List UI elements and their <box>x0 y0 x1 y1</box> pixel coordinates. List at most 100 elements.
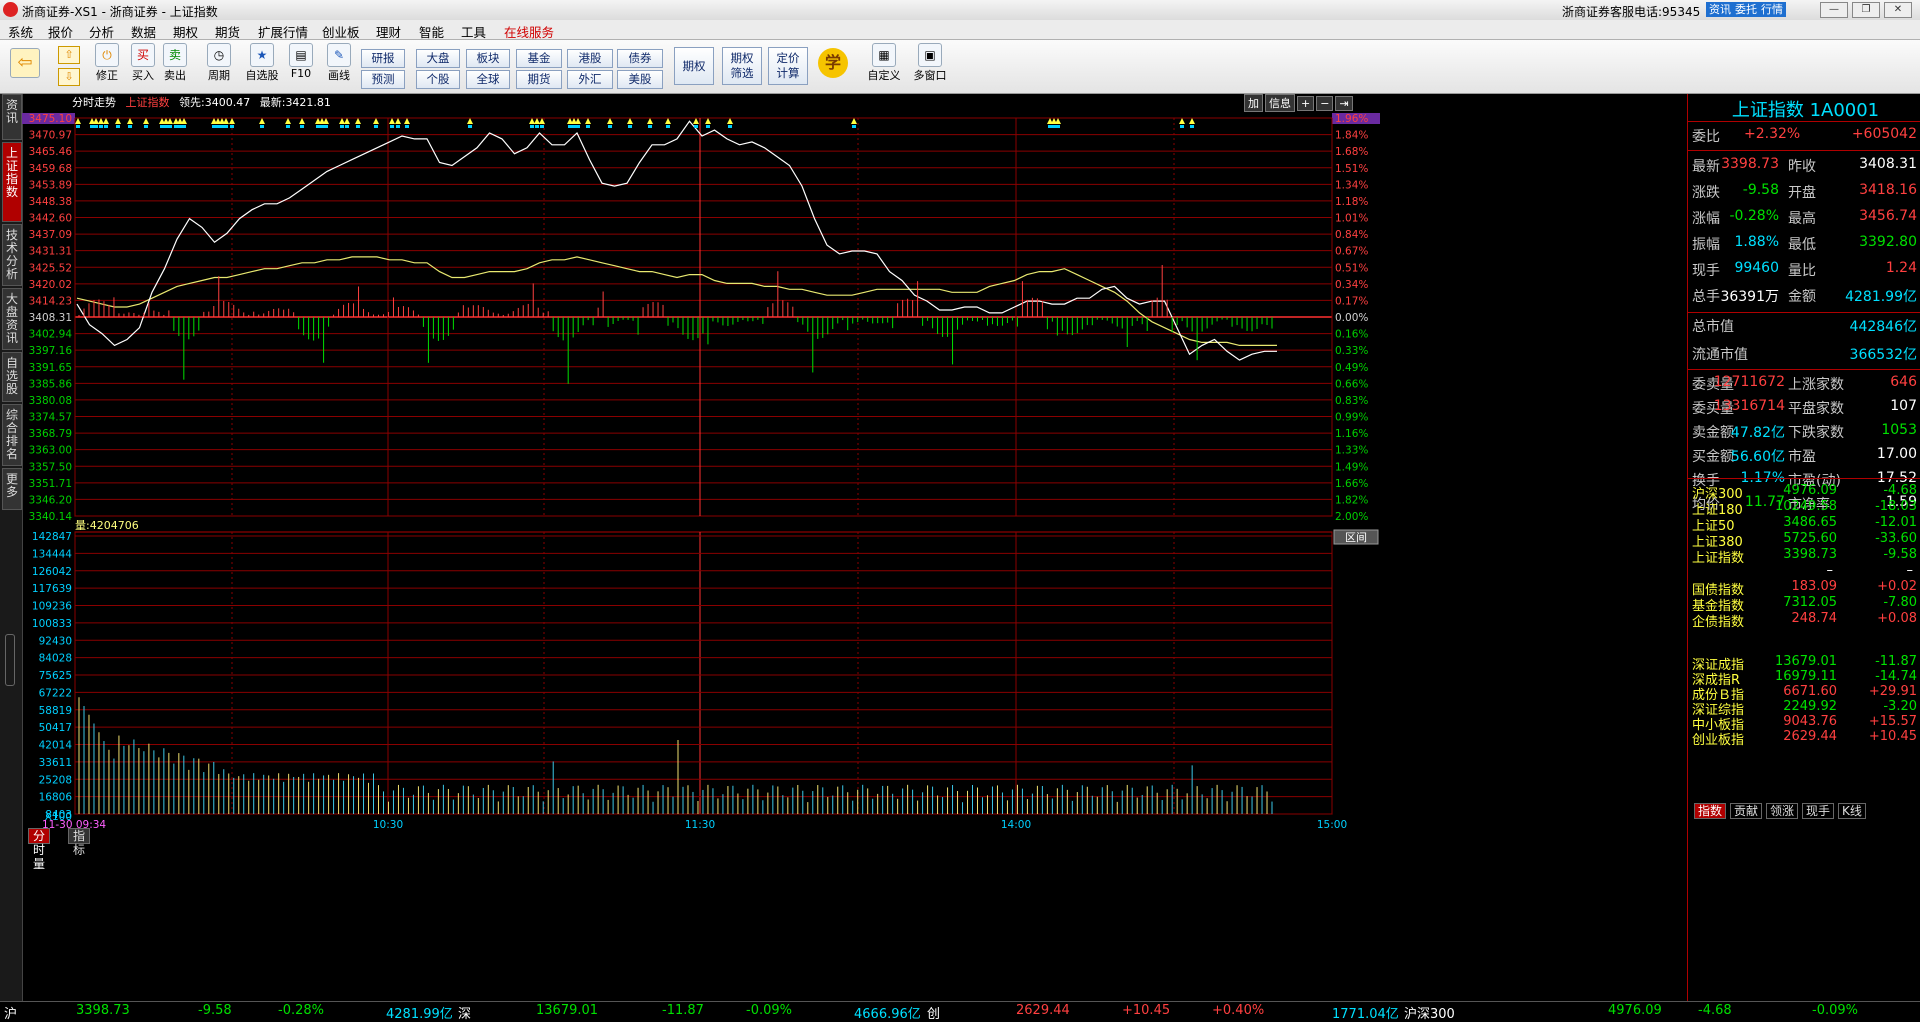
global-button[interactable]: 全球 <box>466 70 510 89</box>
sector-button[interactable]: 板块 <box>466 49 510 68</box>
bond-button[interactable]: 债券 <box>617 49 663 68</box>
info-button[interactable]: 信息 <box>1265 94 1295 112</box>
quote-label: 昨收 <box>1788 159 1816 175</box>
menu-futures[interactable]: 期货 <box>215 22 240 41</box>
tab-market-news[interactable]: 大盘资讯 <box>2 288 22 350</box>
index-row[interactable]: 企债指数 248.74 +0.08 <box>1692 611 1917 633</box>
sell-label: 卖出 <box>164 69 186 82</box>
index-row[interactable]: 创业板指 2629.44 +10.45 <box>1692 729 1917 751</box>
zoom-out-button[interactable]: − <box>1316 96 1334 111</box>
research-button[interactable]: 研报 <box>361 49 405 68</box>
menu-quote[interactable]: 报价 <box>48 22 73 41</box>
market-button[interactable]: 大盘 <box>416 49 460 68</box>
menu-smart[interactable]: 智能 <box>419 22 444 41</box>
menu-data[interactable]: 数据 <box>131 22 156 41</box>
breadth-value: 56.60亿 <box>1730 449 1785 465</box>
forecast-button[interactable]: 预测 <box>361 70 405 89</box>
status-gem-label: 创 <box>927 1007 941 1022</box>
quote-button[interactable]: 行情 <box>1758 2 1786 17</box>
tab-watchlist[interactable]: 自选股 <box>2 352 22 402</box>
pct-tick-label: 0.34% <box>1335 279 1368 291</box>
up-button[interactable]: ⇧ <box>58 46 80 64</box>
expand-button[interactable]: ⇥ <box>1335 96 1353 111</box>
status-sh-label: 沪 <box>4 1007 18 1022</box>
tab-technical[interactable]: 技术分析 <box>2 224 22 286</box>
event-marker-base <box>164 125 168 128</box>
price-tick-label: 3431.31 <box>29 246 72 258</box>
menu-finance[interactable]: 理财 <box>376 22 401 41</box>
tab-intraday-volume[interactable]: 分时量 <box>28 828 51 871</box>
pct-tick-label: 1.01% <box>1335 213 1368 225</box>
options-screen-button[interactable]: 期权筛选 <box>722 47 762 85</box>
tab-leaders[interactable]: 领涨 <box>1766 803 1799 819</box>
news-button[interactable]: 资讯 <box>1706 2 1734 17</box>
multi-window-button[interactable]: ▣ 多窗口 <box>910 43 950 83</box>
trade-button[interactable]: 委托 <box>1732 2 1760 17</box>
price-tick-label: 3340.14 <box>29 511 73 523</box>
menu-analysis[interactable]: 分析 <box>89 22 114 41</box>
fund-button[interactable]: 基金 <box>516 49 562 68</box>
minimize-button[interactable]: — <box>1820 2 1848 18</box>
quote-divider <box>1688 150 1920 151</box>
tab-watchlist-label: 自选股 <box>6 356 19 396</box>
volume-header: 量:4204706 <box>75 519 139 532</box>
pct-tick-label: 0.17% <box>1335 295 1368 307</box>
index-price: 16979.11 <box>1774 669 1837 684</box>
time-tick-label: 15:00 <box>1317 819 1347 831</box>
stock-button[interactable]: 个股 <box>416 70 460 89</box>
tab-indicator[interactable]: 指标 <box>68 828 91 857</box>
splitter-handle[interactable] <box>5 634 15 686</box>
event-marker-icon <box>98 118 104 124</box>
options-button[interactable]: 期权 <box>674 47 714 85</box>
quote-value: 3456.74 <box>1859 208 1917 224</box>
tab-volume[interactable]: 现手 <box>1802 803 1835 819</box>
breadth-label: 上涨家数 <box>1788 377 1844 393</box>
tab-sh-index[interactable]: 上证指数 <box>2 142 22 222</box>
menu-options[interactable]: 期权 <box>173 22 198 41</box>
zoom-in-button[interactable]: + <box>1297 96 1315 111</box>
back-button[interactable]: ⇦ <box>10 48 40 78</box>
index-change: +0.08 <box>1877 611 1917 626</box>
add-button[interactable]: 加 <box>1244 94 1263 112</box>
menu-system[interactable]: 系统 <box>8 22 33 41</box>
tab-contribution[interactable]: 贡献 <box>1730 803 1763 819</box>
tab-kline[interactable]: K线 <box>1838 803 1866 819</box>
maximize-button[interactable]: ❐ <box>1852 2 1880 18</box>
app-logo-icon <box>3 2 18 17</box>
event-marker-base <box>230 125 234 128</box>
period-button[interactable]: ◷ 周期 <box>204 43 234 83</box>
f10-button[interactable]: ▤ F10 <box>288 43 314 80</box>
quote-value: -0.28% <box>1729 208 1779 224</box>
price-tick-label: 3475.10 <box>29 113 72 125</box>
event-marker-base <box>666 125 670 128</box>
price-tick-label: 3448.38 <box>29 196 72 208</box>
close-button[interactable]: ✕ <box>1884 2 1912 18</box>
buy-button[interactable]: 买买入 <box>130 43 156 83</box>
tab-ranking[interactable]: 综合排名 <box>2 404 22 466</box>
down-button[interactable]: ⇩ <box>58 68 80 86</box>
index-price: 183.09 <box>1791 579 1838 594</box>
event-marker-base <box>320 125 324 128</box>
us-stock-button[interactable]: 美股 <box>617 70 663 89</box>
learn-button[interactable]: 学 <box>818 48 848 78</box>
watchlist-button[interactable]: ★ 自选股 <box>244 43 280 83</box>
menu-online-service[interactable]: 在线服务 <box>504 22 554 41</box>
futures-button[interactable]: 期货 <box>516 70 562 89</box>
price-tick-label: 3363.00 <box>29 445 72 457</box>
tab-news[interactable]: 资讯 <box>2 94 22 140</box>
menu-extended[interactable]: 扩展行情 <box>258 22 308 41</box>
event-marker-base <box>1048 125 1052 128</box>
tab-more[interactable]: 更多 <box>2 468 22 510</box>
tab-index[interactable]: 指数 <box>1694 803 1727 819</box>
draw-button[interactable]: ✎ 画线 <box>322 43 356 83</box>
custom-button[interactable]: ▦ 自定义 <box>866 43 902 83</box>
pricing-calc-button[interactable]: 定价计算 <box>768 47 808 85</box>
forex-button[interactable]: 外汇 <box>567 70 613 89</box>
correct-button[interactable]: ⏻ 修正 <box>92 43 122 83</box>
menu-gem[interactable]: 创业板 <box>322 22 360 41</box>
sell-button[interactable]: 卖卖出 <box>162 43 188 83</box>
event-marker-base <box>405 125 409 128</box>
event-marker-base <box>374 125 378 128</box>
hk-button[interactable]: 港股 <box>567 49 613 68</box>
menu-tools[interactable]: 工具 <box>461 22 486 41</box>
